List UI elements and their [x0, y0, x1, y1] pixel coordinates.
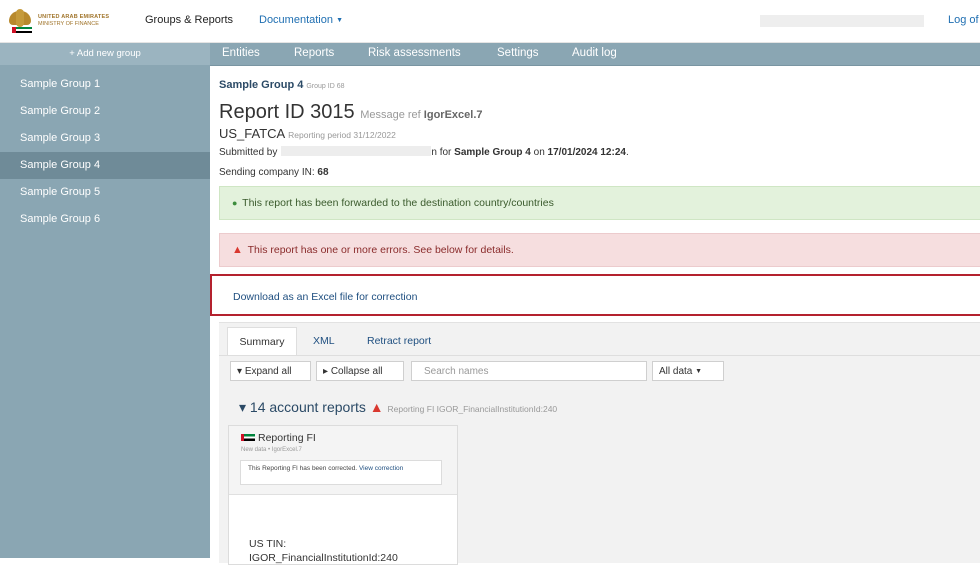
correction-note: This Reporting FI has been corrected. Vi…: [240, 460, 442, 485]
account-count: 14 account reports: [249, 399, 366, 415]
group-name-link[interactable]: Sample Group 4: [219, 79, 303, 91]
error-alert: ▲ This report has one or more errors. Se…: [219, 233, 980, 267]
tab-xml[interactable]: XML: [313, 335, 335, 347]
submitted-on: on: [533, 147, 545, 158]
search-names-input[interactable]: Search names: [411, 361, 647, 381]
chevron-down-icon: ▼: [695, 368, 703, 375]
caret-down-icon: ▾: [239, 399, 247, 415]
submitted-date: 17/01/2024 12:24: [547, 147, 626, 158]
report-regime: US_FATCA Reporting period 31/12/2022: [219, 126, 396, 141]
card-header: Reporting FI New data • IgorExcel.7 This…: [229, 426, 457, 495]
correction-text: This Reporting FI has been corrected.: [248, 465, 358, 472]
breadcrumb: Sample Group 4 Group ID 68: [219, 79, 345, 91]
success-alert: ● This report has been forwarded to the …: [219, 186, 980, 220]
sidebar-item-group-4[interactable]: Sample Group 4: [0, 152, 210, 179]
card-subtitle: New data • IgorExcel.7: [241, 447, 302, 453]
collapse-all-label: Collapse all: [330, 366, 383, 377]
report-panel: Summary XML Retract report ▾ Expand all …: [219, 322, 980, 565]
reporting-fi-label: Reporting FI IGOR_FinancialInstitutionId…: [387, 404, 558, 414]
group-subnav: Entities Reports Risk assessments Settin…: [210, 43, 980, 66]
all-data-label: All data: [659, 366, 693, 377]
retract-report-link[interactable]: Retract report: [367, 335, 431, 347]
success-text: This report has been forwarded to the de…: [242, 197, 554, 209]
caret-down-icon: ▾: [237, 366, 243, 377]
sidebar-item-group-5[interactable]: Sample Group 5: [0, 179, 210, 206]
tin-label: US TIN:: [249, 538, 287, 550]
card-title: Reporting FI: [258, 432, 316, 444]
group-id: Group ID 68: [306, 83, 345, 90]
nav-groups-reports[interactable]: Groups & Reports: [145, 14, 233, 26]
regime-name: US_FATCA: [219, 126, 285, 141]
sidebar-item-group-3[interactable]: Sample Group 3: [0, 125, 210, 152]
check-circle-icon: ●: [232, 198, 238, 208]
tab-entities[interactable]: Entities: [222, 47, 260, 59]
sending-label: Sending company IN:: [219, 167, 315, 178]
tin-value: IGOR_FinancialInstitutionId:240: [249, 552, 398, 564]
submitted-prefix: Submitted by: [219, 147, 278, 158]
submitted-group: Sample Group 4: [454, 147, 531, 158]
tab-risk-assessments[interactable]: Risk assessments: [368, 47, 461, 59]
submitted-end: .: [625, 147, 629, 158]
warning-icon: ▲: [369, 399, 384, 415]
sending-company: Sending company IN: 68: [219, 167, 329, 178]
caret-right-icon: ▸: [323, 366, 329, 377]
sidebar-item-group-1[interactable]: Sample Group 1: [0, 71, 210, 98]
page-title: Report ID 3015 Message ref IgorExcel.7: [219, 101, 483, 124]
user-name-redacted: [760, 15, 924, 27]
ministry-logo[interactable]: UNITED ARAB EMIRATES MINISTRY OF FINANCE: [6, 6, 136, 36]
reporting-fi-card: Reporting FI New data • IgorExcel.7 This…: [228, 425, 458, 565]
tab-settings[interactable]: Settings: [497, 47, 539, 59]
tab-summary[interactable]: Summary: [227, 327, 297, 356]
top-navbar: UNITED ARAB EMIRATES MINISTRY OF FINANCE…: [0, 0, 980, 43]
logo-line1: UNITED ARAB EMIRATES: [38, 14, 110, 20]
add-new-group-button[interactable]: + Add new group: [0, 43, 210, 65]
all-data-dropdown[interactable]: All data ▼: [652, 361, 724, 381]
nav-documentation[interactable]: Documentation ▼: [259, 14, 343, 26]
expand-all-label: Expand all: [244, 366, 292, 377]
submitted-info: Submitted by n for Sample Group 4 on 17/0…: [219, 146, 629, 158]
view-correction-link[interactable]: View correction: [359, 465, 403, 472]
main-content: Sample Group 4 Group ID 68 Report ID 3015…: [210, 66, 980, 565]
message-ref-label: Message ref: [360, 109, 421, 121]
tabs-divider: [219, 355, 980, 356]
report-id: Report ID 3015: [219, 101, 355, 123]
error-text: This report has one or more errors. See …: [247, 244, 514, 256]
download-excel-link[interactable]: Download as an Excel file for correction: [233, 291, 417, 303]
tab-reports[interactable]: Reports: [294, 47, 334, 59]
documentation-label: Documentation: [259, 14, 333, 26]
submitted-mid: n for: [431, 147, 452, 158]
sending-value: 68: [317, 167, 329, 178]
falcon-emblem-icon: [6, 7, 34, 35]
sidebar-item-group-2[interactable]: Sample Group 2: [0, 98, 210, 125]
tab-audit-log[interactable]: Audit log: [572, 47, 617, 59]
sidebar-item-group-6[interactable]: Sample Group 6: [0, 206, 210, 233]
collapse-all-button[interactable]: ▸ Collapse all: [316, 361, 404, 381]
uae-flag-icon: [241, 434, 255, 441]
reporting-period: Reporting period 31/12/2022: [288, 130, 396, 140]
sidebar: + Add new group Sample Group 1 Sample Gr…: [0, 43, 210, 558]
warning-icon: ▲: [232, 244, 243, 256]
logoff-link[interactable]: Log of: [948, 14, 979, 26]
submitter-redacted: [281, 146, 432, 156]
logo-line2: MINISTRY OF FINANCE: [38, 21, 99, 27]
message-ref-value: IgorExcel.7: [423, 109, 483, 121]
download-excel-box: Download as an Excel file for correction: [210, 274, 980, 316]
expand-all-button[interactable]: ▾ Expand all: [230, 361, 311, 381]
chevron-down-icon: ▼: [336, 17, 343, 24]
account-reports-header[interactable]: ▾ 14 account reports ▲ Reporting FI IGOR…: [239, 399, 557, 416]
